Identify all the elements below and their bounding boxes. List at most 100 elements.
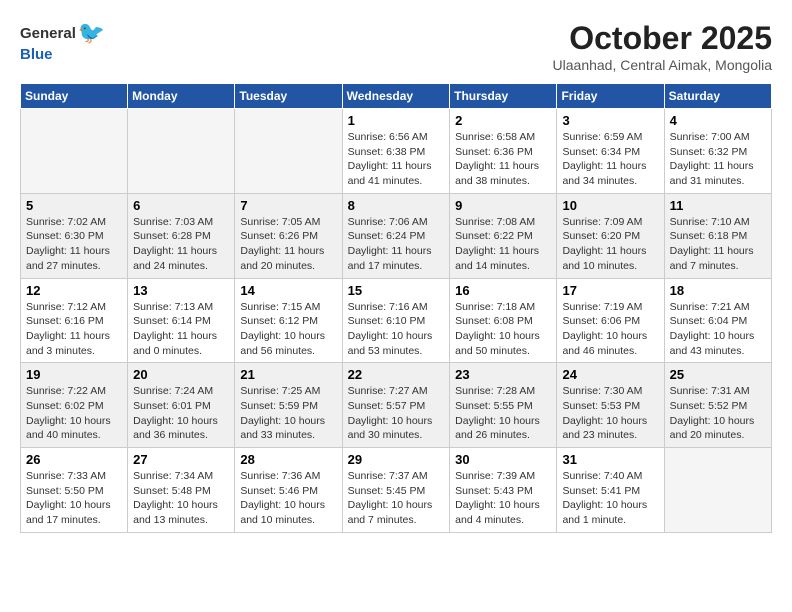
title-block: October 2025 Ulaanhad, Central Aimak, Mo… — [553, 20, 772, 73]
day-info: Sunrise: 7:06 AM Sunset: 6:24 PM Dayligh… — [348, 215, 445, 274]
calendar-cell: 18 Sunrise: 7:21 AM Sunset: 6:04 PM Dayli… — [664, 278, 771, 363]
calendar-week-row: 26 Sunrise: 7:33 AM Sunset: 5:50 PM Dayli… — [21, 448, 772, 533]
day-info: Sunrise: 7:15 AM Sunset: 6:12 PM Dayligh… — [240, 300, 336, 359]
day-number: 17 — [562, 283, 658, 298]
day-number: 7 — [240, 198, 336, 213]
day-number: 5 — [26, 198, 122, 213]
calendar-week-row: 1Sunrise: 6:56 AM Sunset: 6:38 PM Daylig… — [21, 109, 772, 194]
day-info: Sunrise: 7:24 AM Sunset: 6:01 PM Dayligh… — [133, 384, 229, 443]
calendar-cell: 12 Sunrise: 7:12 AM Sunset: 6:16 PM Dayli… — [21, 278, 128, 363]
weekday-header-tuesday: Tuesday — [235, 84, 342, 109]
day-info: Sunrise: 7:39 AM Sunset: 5:43 PM Dayligh… — [455, 469, 551, 528]
calendar-cell: 2 Sunrise: 6:58 AM Sunset: 6:36 PM Daylig… — [450, 109, 557, 194]
weekday-header-sunday: Sunday — [21, 84, 128, 109]
day-info: Sunrise: 7:25 AM Sunset: 5:59 PM Dayligh… — [240, 384, 336, 443]
weekday-header-saturday: Saturday — [664, 84, 771, 109]
day-info: Sunrise: 7:31 AM Sunset: 5:52 PM Dayligh… — [670, 384, 766, 443]
calendar-cell: 5 Sunrise: 7:02 AM Sunset: 6:30 PM Daylig… — [21, 193, 128, 278]
calendar-cell — [21, 109, 128, 194]
calendar-cell: 27 Sunrise: 7:34 AM Sunset: 5:48 PM Dayli… — [128, 448, 235, 533]
weekday-header-wednesday: Wednesday — [342, 84, 450, 109]
calendar-cell: 20 Sunrise: 7:24 AM Sunset: 6:01 PM Dayli… — [128, 363, 235, 448]
calendar-cell: 23 Sunrise: 7:28 AM Sunset: 5:55 PM Dayli… — [450, 363, 557, 448]
day-info: Sunrise: 7:34 AM Sunset: 5:48 PM Dayligh… — [133, 469, 229, 528]
logo-general-text: General — [20, 25, 76, 42]
calendar-cell: 1Sunrise: 6:56 AM Sunset: 6:38 PM Daylig… — [342, 109, 450, 194]
day-number: 4 — [670, 113, 766, 128]
day-number: 10 — [562, 198, 658, 213]
day-info: Sunrise: 7:16 AM Sunset: 6:10 PM Dayligh… — [348, 300, 445, 359]
day-number: 28 — [240, 452, 336, 467]
weekday-header-friday: Friday — [557, 84, 664, 109]
day-number: 24 — [562, 367, 658, 382]
calendar-cell: 11Sunrise: 7:10 AM Sunset: 6:18 PM Dayli… — [664, 193, 771, 278]
day-info: Sunrise: 7:00 AM Sunset: 6:32 PM Dayligh… — [670, 130, 766, 189]
day-number: 30 — [455, 452, 551, 467]
day-info: Sunrise: 7:28 AM Sunset: 5:55 PM Dayligh… — [455, 384, 551, 443]
day-info: Sunrise: 7:36 AM Sunset: 5:46 PM Dayligh… — [240, 469, 336, 528]
calendar-cell: 3 Sunrise: 6:59 AM Sunset: 6:34 PM Daylig… — [557, 109, 664, 194]
day-info: Sunrise: 7:22 AM Sunset: 6:02 PM Dayligh… — [26, 384, 122, 443]
day-number: 12 — [26, 283, 122, 298]
day-info: Sunrise: 6:59 AM Sunset: 6:34 PM Dayligh… — [562, 130, 658, 189]
day-number: 3 — [562, 113, 658, 128]
day-number: 25 — [670, 367, 766, 382]
calendar-header-row: SundayMondayTuesdayWednesdayThursdayFrid… — [21, 84, 772, 109]
weekday-header-thursday: Thursday — [450, 84, 557, 109]
day-info: Sunrise: 6:56 AM Sunset: 6:38 PM Dayligh… — [348, 130, 445, 189]
day-info: Sunrise: 7:21 AM Sunset: 6:04 PM Dayligh… — [670, 300, 766, 359]
calendar-cell: 6Sunrise: 7:03 AM Sunset: 6:28 PM Daylig… — [128, 193, 235, 278]
calendar-cell: 4 Sunrise: 7:00 AM Sunset: 6:32 PM Daylig… — [664, 109, 771, 194]
calendar-cell: 25 Sunrise: 7:31 AM Sunset: 5:52 PM Dayli… — [664, 363, 771, 448]
day-number: 29 — [348, 452, 445, 467]
month-title: October 2025 — [553, 20, 772, 57]
day-number: 6 — [133, 198, 229, 213]
day-info: Sunrise: 7:40 AM Sunset: 5:41 PM Dayligh… — [562, 469, 658, 528]
weekday-header-monday: Monday — [128, 84, 235, 109]
page-header: General 🐦 Blue October 2025 Ulaanhad, Ce… — [20, 20, 772, 73]
day-info: Sunrise: 7:19 AM Sunset: 6:06 PM Dayligh… — [562, 300, 658, 359]
day-number: 2 — [455, 113, 551, 128]
calendar-week-row: 5 Sunrise: 7:02 AM Sunset: 6:30 PM Daylig… — [21, 193, 772, 278]
calendar-cell — [664, 448, 771, 533]
calendar-cell: 17 Sunrise: 7:19 AM Sunset: 6:06 PM Dayli… — [557, 278, 664, 363]
calendar-table: SundayMondayTuesdayWednesdayThursdayFrid… — [20, 83, 772, 533]
day-number: 22 — [348, 367, 445, 382]
calendar-cell: 9 Sunrise: 7:08 AM Sunset: 6:22 PM Daylig… — [450, 193, 557, 278]
day-info: Sunrise: 7:30 AM Sunset: 5:53 PM Dayligh… — [562, 384, 658, 443]
day-number: 26 — [26, 452, 122, 467]
calendar-cell: 29 Sunrise: 7:37 AM Sunset: 5:45 PM Dayli… — [342, 448, 450, 533]
day-number: 20 — [133, 367, 229, 382]
calendar-week-row: 12 Sunrise: 7:12 AM Sunset: 6:16 PM Dayli… — [21, 278, 772, 363]
location-subtitle: Ulaanhad, Central Aimak, Mongolia — [553, 57, 772, 73]
calendar-week-row: 19Sunrise: 7:22 AM Sunset: 6:02 PM Dayli… — [21, 363, 772, 448]
calendar-cell: 28 Sunrise: 7:36 AM Sunset: 5:46 PM Dayli… — [235, 448, 342, 533]
day-number: 21 — [240, 367, 336, 382]
day-info: Sunrise: 7:08 AM Sunset: 6:22 PM Dayligh… — [455, 215, 551, 274]
day-number: 23 — [455, 367, 551, 382]
day-info: Sunrise: 7:09 AM Sunset: 6:20 PM Dayligh… — [562, 215, 658, 274]
calendar-cell: 8Sunrise: 7:06 AM Sunset: 6:24 PM Daylig… — [342, 193, 450, 278]
calendar-cell: 16Sunrise: 7:18 AM Sunset: 6:08 PM Dayli… — [450, 278, 557, 363]
day-info: Sunrise: 7:05 AM Sunset: 6:26 PM Dayligh… — [240, 215, 336, 274]
calendar-cell: 30 Sunrise: 7:39 AM Sunset: 5:43 PM Dayli… — [450, 448, 557, 533]
calendar-cell: 24 Sunrise: 7:30 AM Sunset: 5:53 PM Dayli… — [557, 363, 664, 448]
calendar-cell — [235, 109, 342, 194]
day-number: 13 — [133, 283, 229, 298]
day-info: Sunrise: 7:33 AM Sunset: 5:50 PM Dayligh… — [26, 469, 122, 528]
day-number: 27 — [133, 452, 229, 467]
calendar-cell: 26 Sunrise: 7:33 AM Sunset: 5:50 PM Dayli… — [21, 448, 128, 533]
day-info: Sunrise: 7:27 AM Sunset: 5:57 PM Dayligh… — [348, 384, 445, 443]
calendar-cell: 13Sunrise: 7:13 AM Sunset: 6:14 PM Dayli… — [128, 278, 235, 363]
calendar-cell: 22 Sunrise: 7:27 AM Sunset: 5:57 PM Dayli… — [342, 363, 450, 448]
day-info: Sunrise: 7:02 AM Sunset: 6:30 PM Dayligh… — [26, 215, 122, 274]
logo: General 🐦 Blue — [20, 20, 105, 63]
day-info: Sunrise: 7:10 AM Sunset: 6:18 PM Dayligh… — [670, 215, 766, 274]
day-number: 9 — [455, 198, 551, 213]
day-info: Sunrise: 6:58 AM Sunset: 6:36 PM Dayligh… — [455, 130, 551, 189]
day-info: Sunrise: 7:37 AM Sunset: 5:45 PM Dayligh… — [348, 469, 445, 528]
day-info: Sunrise: 7:12 AM Sunset: 6:16 PM Dayligh… — [26, 300, 122, 359]
calendar-cell — [128, 109, 235, 194]
calendar-cell: 15Sunrise: 7:16 AM Sunset: 6:10 PM Dayli… — [342, 278, 450, 363]
day-number: 18 — [670, 283, 766, 298]
